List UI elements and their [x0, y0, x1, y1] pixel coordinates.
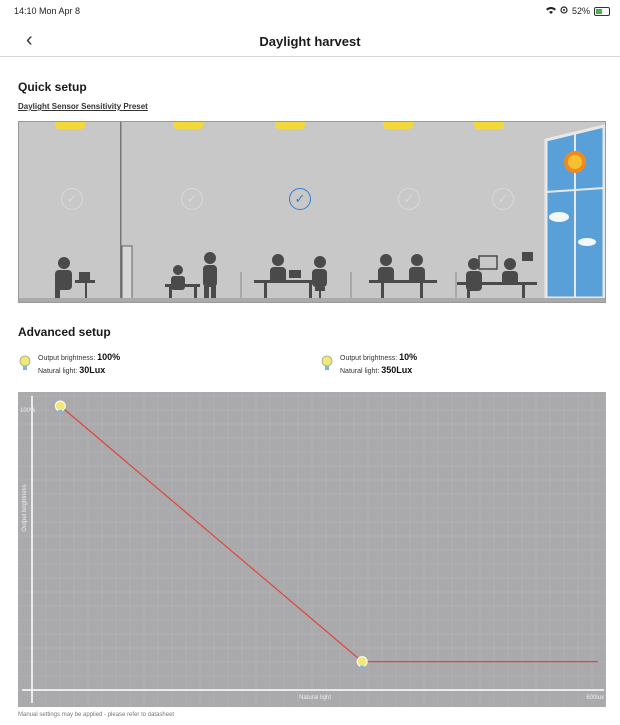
signal-icon — [560, 6, 568, 16]
point1-light-value: 30Lux — [79, 365, 106, 375]
chart-grid — [18, 392, 607, 707]
point2-light-value: 350Lux — [381, 365, 413, 375]
brightness-chart[interactable]: Natural light Output brightness 600lux 1… — [18, 392, 607, 707]
x-axis-label: Natural light — [299, 695, 331, 701]
footer-note: Manual settings may be applied - please … — [18, 712, 175, 718]
quick-setup-heading: Quick setup — [18, 80, 87, 94]
battery-percent: 52% — [571, 6, 590, 16]
advanced-setup-heading: Advanced setup — [18, 325, 111, 339]
bulb-icon — [320, 354, 334, 374]
y-axis-label: Output brightness — [22, 484, 28, 531]
point2-output-value: 10% — [399, 352, 418, 362]
wifi-icon — [545, 6, 556, 16]
series-line — [59, 405, 598, 663]
control-point-2[interactable] — [356, 656, 368, 669]
y-max-label: 100% — [20, 408, 36, 414]
status-time: 14:10 Mon Apr 8 — [14, 6, 81, 16]
point1-output-value: 100% — [97, 352, 121, 362]
office-illustration — [55, 122, 605, 302]
nav-bar: ‹ Daylight harvest — [0, 26, 620, 57]
bulb-icon — [18, 354, 32, 374]
battery-icon — [594, 6, 610, 16]
control-point-1[interactable] — [54, 400, 66, 413]
preset-scene: ✓ ✓ ✓ ✓ ✓ — [18, 121, 606, 303]
chart-svg: Natural light Output brightness 600lux 1… — [18, 392, 607, 707]
window-illustration — [544, 124, 605, 300]
status-bar: 14:10 Mon Apr 8 52% — [0, 6, 620, 20]
x-max-label: 600lux — [586, 695, 604, 701]
page-title: Daylight harvest — [259, 34, 361, 49]
preset-label: Daylight Sensor Sensitivity Preset — [18, 102, 148, 111]
